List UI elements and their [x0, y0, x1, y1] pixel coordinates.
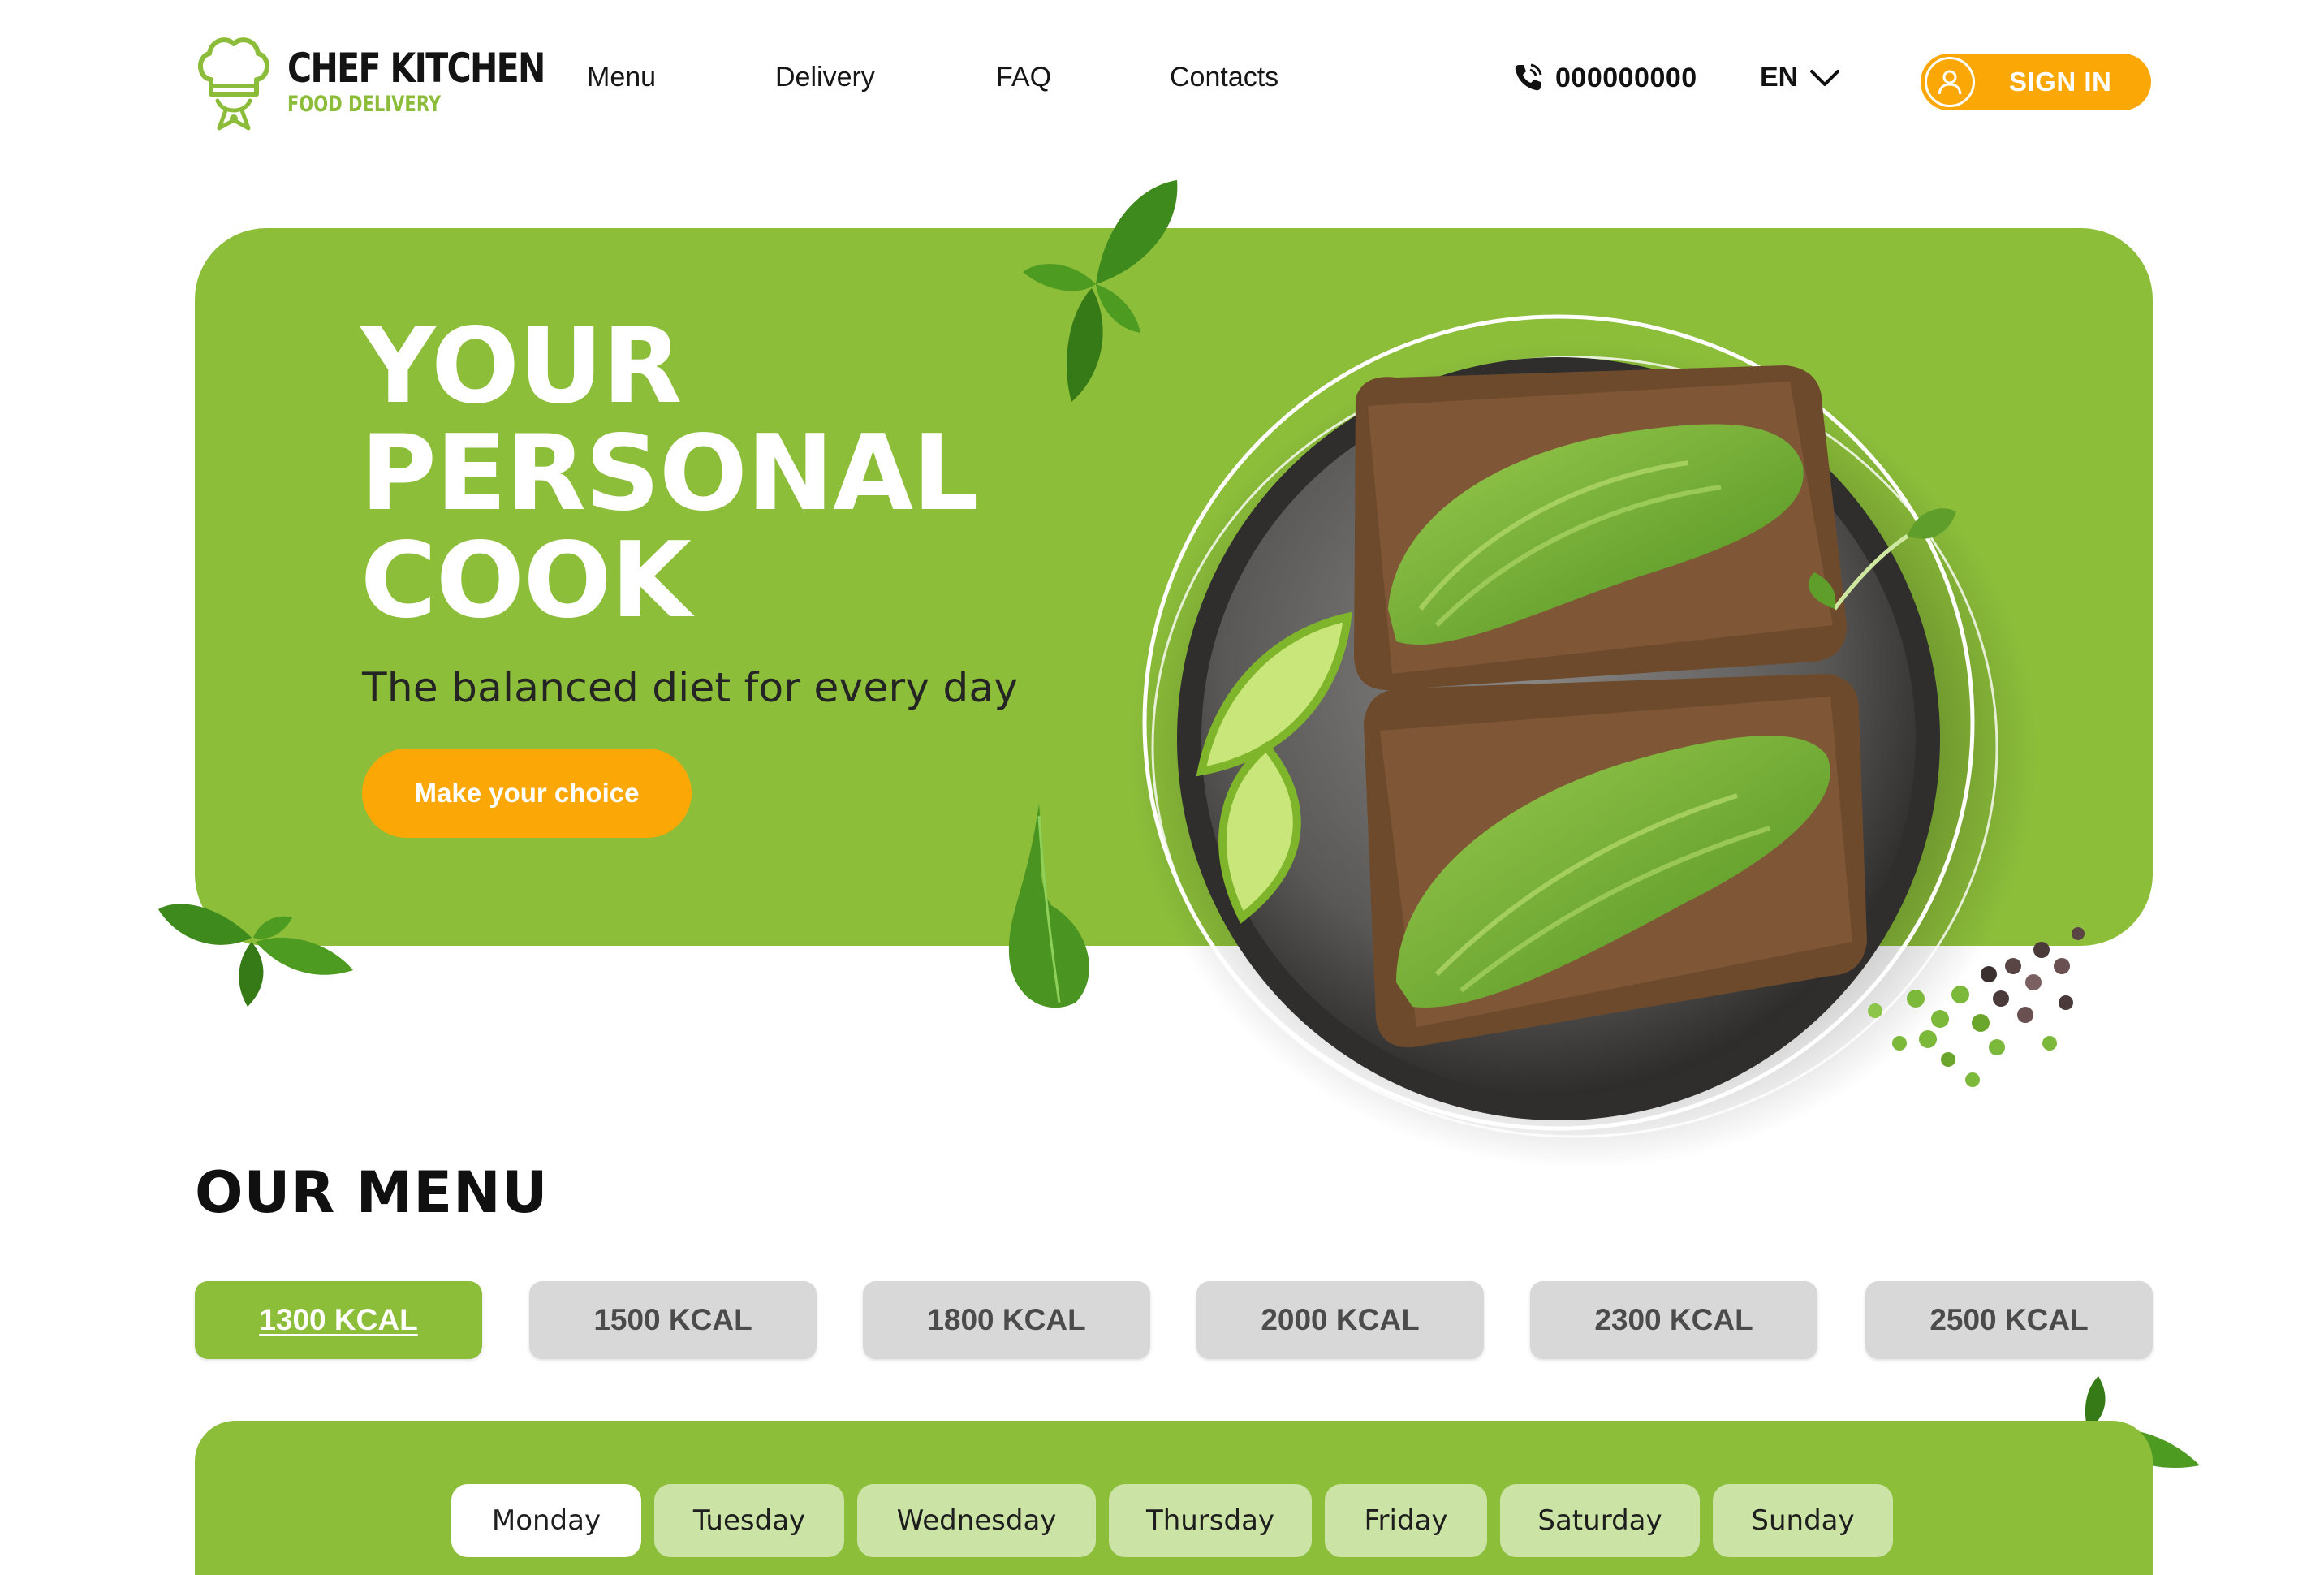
nav-faq-link[interactable]: FAQ	[996, 62, 1051, 93]
tab-1300-kcal[interactable]: 1300 KCAL	[195, 1281, 482, 1359]
hero-title-line: COOK	[360, 520, 692, 641]
day-tab-saturday[interactable]: Saturday	[1500, 1484, 1700, 1557]
day-tab-wednesday[interactable]: Wednesday	[857, 1484, 1096, 1557]
day-tab-thursday[interactable]: Thursday	[1109, 1484, 1312, 1557]
phone-icon	[1515, 63, 1542, 91]
tab-2000-kcal[interactable]: 2000 KCAL	[1196, 1281, 1484, 1359]
hero-title-line: YOUR	[360, 306, 682, 427]
hero-title-line: PERSONAL	[360, 413, 979, 534]
user-icon	[1925, 57, 1975, 107]
day-tab-tuesday[interactable]: Tuesday	[654, 1484, 844, 1557]
tab-1800-kcal[interactable]: 1800 KCAL	[863, 1281, 1150, 1359]
hero-subtitle: The balanced diet for every day	[362, 664, 1019, 711]
day-tab-friday[interactable]: Friday	[1325, 1484, 1487, 1557]
tab-2500-kcal[interactable]: 2500 KCAL	[1865, 1281, 2153, 1359]
language-label: EN	[1760, 62, 1799, 93]
brand-tagline: FOOD DELIVERY	[287, 92, 442, 117]
basil-leaf-icon	[1023, 180, 1178, 402]
sign-in-button[interactable]: SIGN IN	[1921, 54, 2151, 110]
sign-in-label: SIGN IN	[2009, 67, 2112, 97]
brand-name: CHEF KITCHEN	[287, 45, 545, 92]
avocado-toast-plate-image	[1128, 314, 2085, 1169]
basil-leaf-icon	[158, 904, 353, 1007]
phone-contact[interactable]: 000000000	[1511, 62, 1697, 94]
nav-delivery-link[interactable]: Delivery	[775, 62, 875, 93]
nav-menu-link[interactable]: Menu	[587, 62, 656, 93]
our-menu-heading: OUR MENU	[195, 1159, 549, 1226]
hero-title: YOUR PERSONAL COOK	[360, 313, 1091, 635]
language-selector[interactable]: EN	[1760, 62, 1840, 93]
tab-1500-kcal[interactable]: 1500 KCAL	[529, 1281, 817, 1359]
tab-2300-kcal[interactable]: 2300 KCAL	[1530, 1281, 1817, 1359]
chevron-down-icon	[1810, 69, 1840, 86]
spinach-leaf-icon	[1008, 804, 1089, 1008]
chef-hat-icon	[198, 37, 269, 131]
day-tab-sunday[interactable]: Sunday	[1713, 1484, 1893, 1557]
make-your-choice-button[interactable]: Make your choice	[362, 749, 692, 838]
kcal-tabs: 1300 KCAL 1500 KCAL 1800 KCAL 2000 KCAL …	[195, 1281, 2153, 1359]
nav-contacts-link[interactable]: Contacts	[1170, 62, 1278, 93]
brand-logo[interactable]: CHEF KITCHEN FOOD DELIVERY	[193, 28, 545, 136]
day-tab-monday[interactable]: Monday	[451, 1484, 641, 1557]
phone-number: 000000000	[1555, 62, 1697, 93]
